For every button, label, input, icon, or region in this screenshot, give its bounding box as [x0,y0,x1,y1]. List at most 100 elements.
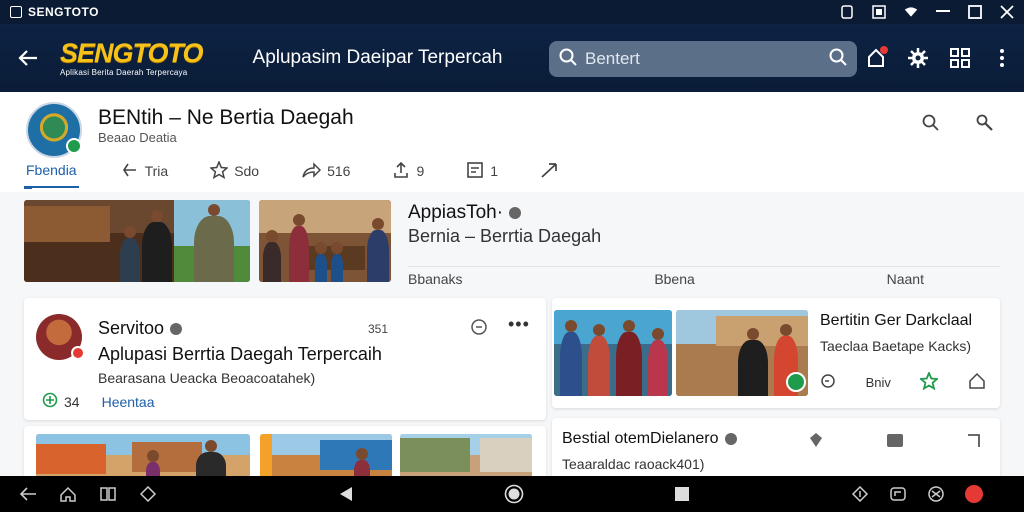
search-submit-icon[interactable] [829,48,847,71]
image-strip-card[interactable] [24,426,546,476]
strip-image-2[interactable] [260,434,392,476]
featured-image-1[interactable] [24,200,250,282]
nav-cast-icon[interactable] [850,484,870,504]
tab-label: 9 [416,163,425,179]
post-card[interactable]: Bestial otemDielanero Teaaraldac raoack4… [552,418,1000,476]
grid-menu-icon[interactable] [948,46,972,70]
post-title[interactable]: Aplupasi Berrtia Daegah Terpercaih [98,344,382,365]
minimize-icon[interactable] [936,5,950,19]
post-author: Servitoo [98,318,183,339]
post-action-label[interactable]: Bniv [866,375,891,390]
folder-icon[interactable] [886,432,904,453]
tab-indicator [24,187,32,189]
nav-diamond-icon[interactable] [138,484,158,504]
tab-fbendia[interactable]: Fbendia [24,154,79,188]
location-pin-icon[interactable] [808,432,824,453]
tab-tria[interactable]: Tria [121,154,169,188]
strip-image-3[interactable] [400,434,532,476]
tab-label: 1 [490,163,499,179]
featured-image-2[interactable] [259,200,391,282]
post-subtitle: Teaaraldac raoack401) [562,456,705,472]
logo-text: SENGTOTO [60,37,204,68]
featured-footer-item[interactable]: Naant [887,271,924,287]
verified-check-icon [724,433,737,445]
post-subtitle: Taeclaa Baetape Kacks) [820,338,971,354]
more-vertical-icon[interactable] [990,46,1014,70]
logo[interactable]: SENGTOTO Aplikasi Berita Daerah Terperca… [60,37,204,77]
post-title[interactable]: Bestial otemDielanero [562,430,737,448]
post-avatar[interactable] [36,314,85,360]
more-horizontal-icon[interactable]: ••• [508,314,530,335]
live-badge-icon [71,346,85,360]
star-icon [209,159,230,182]
nav-back-icon[interactable] [18,484,38,504]
tab-send[interactable] [540,154,560,188]
app-title: Aplupasim Daeipar Terpercah [252,47,503,68]
channel-header: BENtih – Ne Bertia Daegah Beaao Deatia F… [0,92,1024,192]
nav-record-icon[interactable] [964,484,984,504]
tab-label: Tria [144,163,169,179]
verified-check-icon [509,207,522,219]
favorite-star-icon[interactable] [919,370,940,393]
main-content: BENtih – Ne Bertia Daegah Beaao Deatia F… [0,92,1024,476]
featured-footer-item[interactable]: Bbanaks [408,271,462,287]
nav-book-icon[interactable] [98,484,118,504]
home-icon[interactable] [968,372,986,393]
channel-tabs: Fbendia Tria Sdo 516 9 1 [24,154,602,188]
refresh-icon[interactable] [820,373,836,392]
tab-9[interactable]: 9 [392,154,424,188]
post-card[interactable]: Bertitin Ger Darkclaal Taeclaa Baetape K… [552,298,1000,408]
featured-title: AppiasToh· [408,202,522,224]
post-title[interactable]: Bertitin Ger Darkclaal [820,312,972,330]
post-actions: Bniv [820,370,986,393]
logo-tagline: Aplikasi Berita Daerah Terpercaya [60,67,188,77]
channel-search-icon[interactable] [922,114,940,137]
verified-badge-icon [66,138,82,154]
post-image-1[interactable] [554,310,672,396]
nav-recents-square-icon[interactable] [672,484,692,504]
notification-icon [840,5,854,19]
search-bar[interactable] [549,41,857,77]
strip-image-1[interactable] [36,434,250,476]
status-bar: SENGTOTO [0,0,1024,24]
nav-game-icon[interactable] [926,484,946,504]
search-icon [559,48,577,71]
send-icon [540,161,560,182]
nav-window-icon[interactable] [888,484,908,504]
tab-1[interactable]: 1 [466,154,498,188]
post-meta: 351 [368,322,389,336]
close-icon[interactable] [1000,5,1014,19]
timer-icon[interactable] [470,318,488,341]
back-arrow-icon[interactable] [14,44,42,72]
post-card[interactable]: Servitoo 351 ••• Aplupasi Berrtia Daegah… [24,298,546,420]
featured-subtitle: Bernia – Berrtia Daegah [408,226,602,246]
forward-icon [301,161,322,182]
maximize-icon[interactable] [968,5,982,19]
channel-search-alt-icon[interactable] [976,114,994,137]
home-notification-icon[interactable] [864,46,888,70]
add-reaction-icon[interactable] [42,392,58,411]
nav-back-triangle-icon[interactable] [336,484,356,504]
tab-sdo[interactable]: Sdo [209,154,259,188]
tab-516[interactable]: 516 [301,154,350,188]
wifi-icon [904,5,918,19]
featured-footer-item[interactable]: Bbena [654,271,694,287]
corner-icon[interactable] [966,432,982,453]
featured-post[interactable]: AppiasToh· Bernia – Berrtia Daegah Bbana… [24,200,1000,287]
featured-footer: Bbanaks Bbena Naant [408,266,1000,287]
post-actions [808,432,982,453]
upload-icon [392,161,410,182]
verified-check-icon [170,322,183,335]
channel-avatar[interactable] [26,102,82,158]
post-link[interactable]: Heentaa [102,394,155,410]
post-footer: 34 Heentaa [42,392,155,411]
nav-home-icon[interactable] [58,484,78,504]
channel-subtitle: Beaao Deatia [98,130,177,145]
settings-gear-icon[interactable] [906,46,930,70]
channel-name: BENtih – Ne Bertia Daegah [98,106,354,129]
nav-home-circle-icon[interactable] [504,484,524,504]
system-nav-bar [0,476,1024,512]
share-icon [121,161,139,182]
app-icon [10,6,22,18]
search-input[interactable] [585,49,829,69]
